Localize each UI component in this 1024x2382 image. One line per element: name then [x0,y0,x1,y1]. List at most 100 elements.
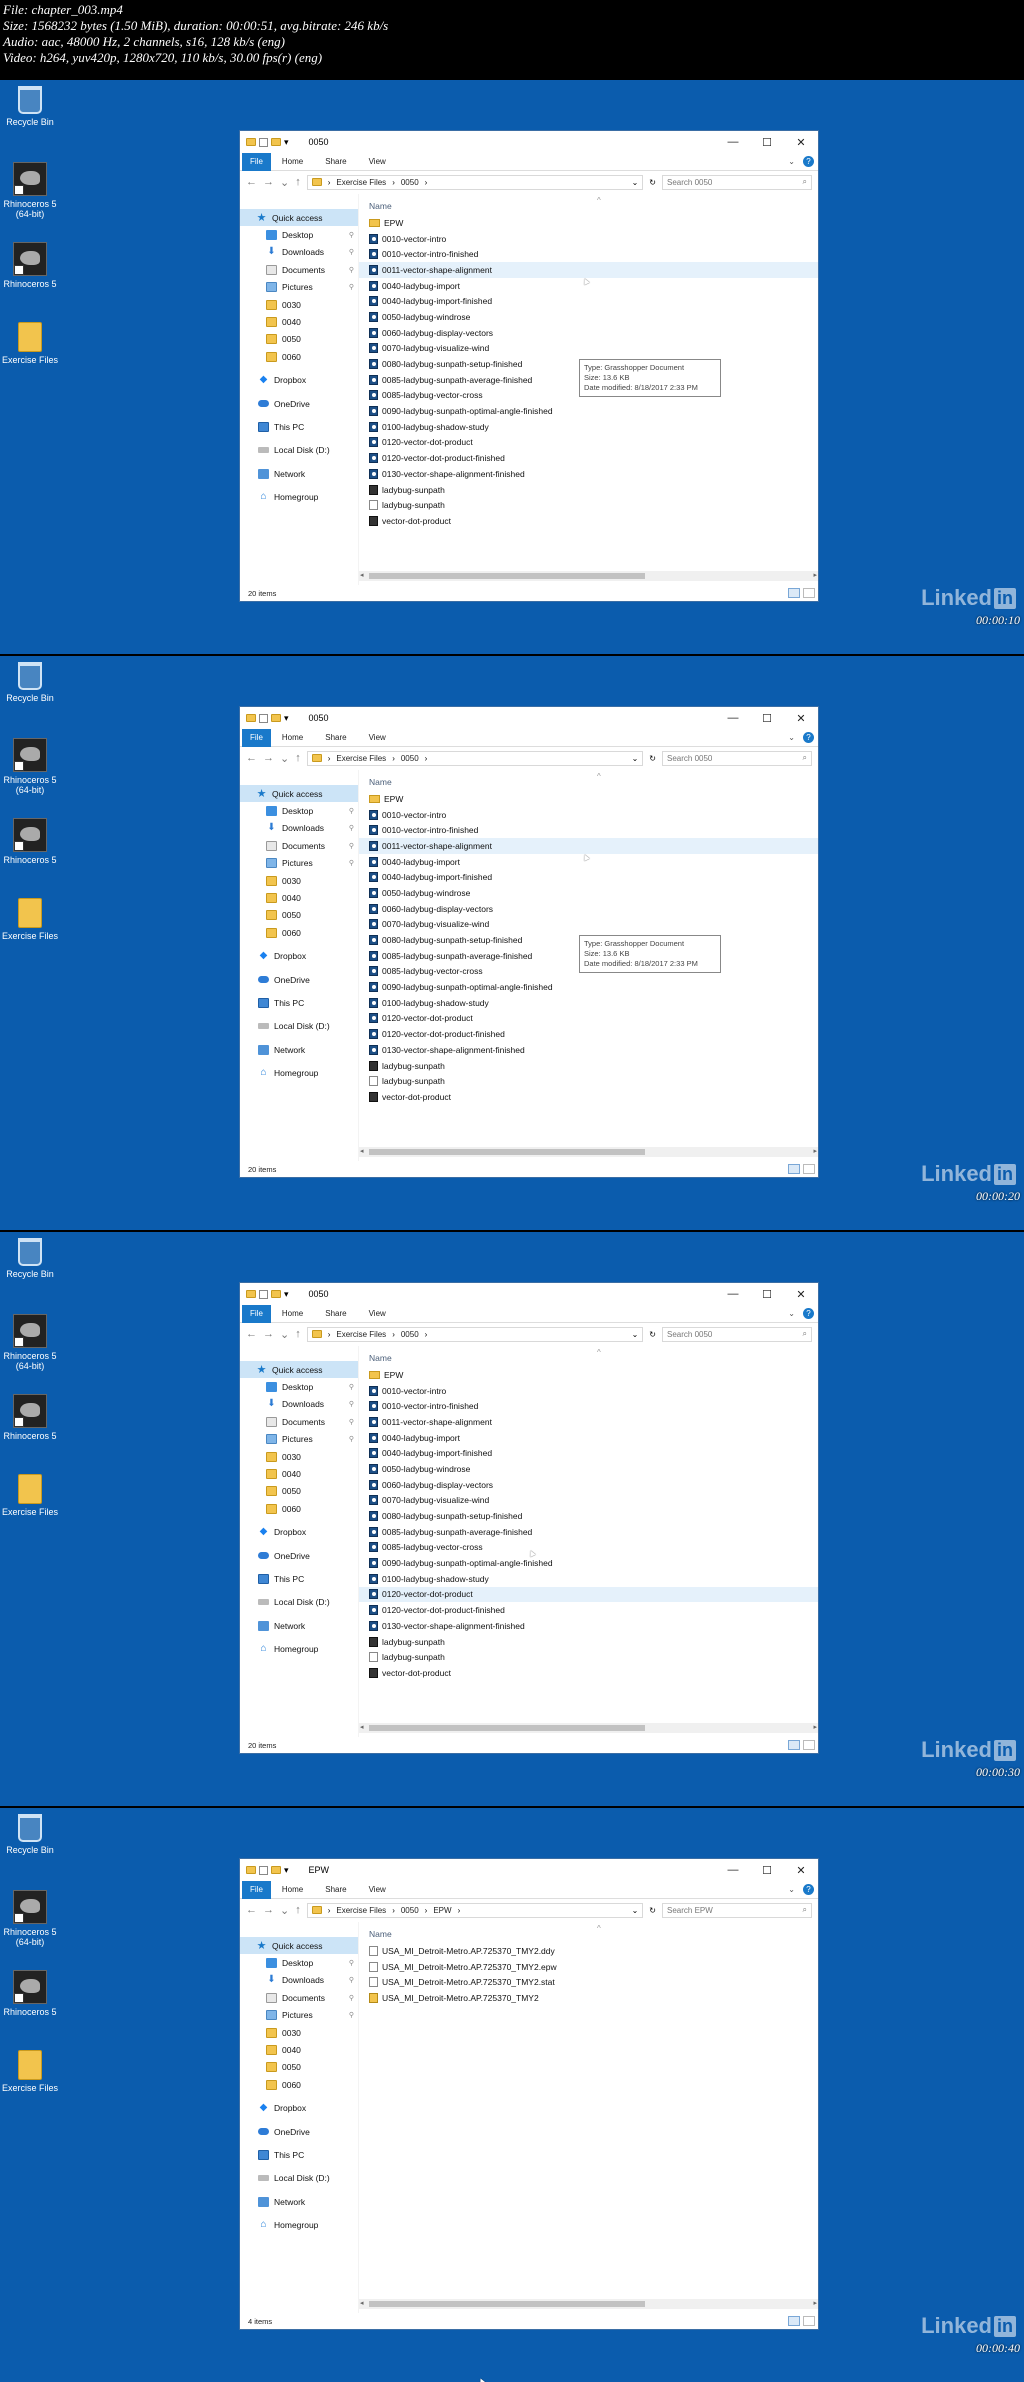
tab-view[interactable]: View [358,733,397,742]
forward-arrow-icon[interactable]: → [263,176,274,188]
file-item[interactable]: ladybug-sunpath [359,1058,818,1074]
up-arrow-icon[interactable]: ↑ [295,1328,301,1340]
file-item[interactable]: 0040-ladybug-import [359,1430,818,1446]
file-item[interactable]: 0085-ladybug-vector-cross [359,1540,818,1556]
pin-icon[interactable]: ⚲ [349,1418,354,1426]
scroll-left-icon[interactable]: ◂ [360,571,364,579]
nav-item[interactable]: Documents ⚲ [240,837,358,854]
details-view-icon[interactable] [788,1164,800,1174]
file-item[interactable]: ladybug-sunpath [359,497,818,513]
navigation-pane[interactable]: ★ Quick access Desktop ⚲ ⬇ Downloads ⚲ Document… [240,194,358,585]
desktop-icon[interactable]: Exercise Files [2,322,58,365]
nav-item[interactable]: Desktop ⚲ [240,802,358,819]
scrollbar-thumb[interactable] [369,573,645,579]
address-bar[interactable]: › Exercise Files › 0050 › ⌄ [306,174,644,190]
file-item[interactable]: 0050-ladybug-windrose [359,1461,818,1477]
nav-item[interactable]: Pictures ⚲ [240,2007,358,2024]
nav-item[interactable]: Desktop ⚲ [240,226,358,243]
pin-icon[interactable]: ⚲ [349,1976,354,1984]
minimize-button[interactable]: — [716,712,750,725]
window-controls[interactable]: — ☐ ✕ [716,1288,818,1301]
close-button[interactable]: ✕ [784,1864,818,1877]
nav-item[interactable]: 0040 [240,1465,358,1482]
desktop-icon[interactable]: Recycle Bin [2,662,58,703]
nav-item[interactable]: Local Disk (D:) [240,442,358,459]
details-view-icon[interactable] [788,2316,800,2326]
chevron-down-icon[interactable]: ⌄ [632,1906,639,1915]
chevron-down-icon[interactable]: ▾ [284,713,289,724]
nav-item[interactable]: OneDrive [240,395,358,412]
nav-item[interactable]: Network [240,2193,358,2210]
file-item[interactable]: 0130-vector-shape-alignment-finished [359,466,818,482]
file-item[interactable]: 0010-vector-intro [359,231,818,247]
nav-item[interactable]: 0060 [240,1500,358,1517]
tab-file[interactable]: File [242,1304,271,1323]
back-arrow-icon[interactable]: ← [246,176,257,188]
tab-file[interactable]: File [242,152,271,171]
nav-item[interactable]: ★ Quick access [240,209,358,227]
file-item[interactable]: ladybug-sunpath [359,1649,818,1665]
file-item[interactable]: 0090-ladybug-sunpath-optimal-angle-finis… [359,1555,818,1571]
file-item[interactable]: 0050-ladybug-windrose [359,309,818,325]
pin-icon[interactable]: ⚲ [349,859,354,867]
help-icon[interactable]: ? [803,156,814,167]
breadcrumb-item[interactable]: 0050 [401,1906,419,1915]
refresh-icon[interactable]: ↻ [649,1330,656,1339]
file-item[interactable]: 0120-vector-dot-product [359,1586,818,1603]
recent-locations-icon[interactable]: ⌄ [280,752,289,765]
new-folder-icon[interactable] [271,1866,281,1874]
nav-item[interactable]: OneDrive [240,971,358,988]
nav-item[interactable]: ★ Quick access [240,785,358,803]
column-header-name[interactable]: Name [359,1346,818,1363]
window-controls[interactable]: — ☐ ✕ [716,712,818,725]
file-item[interactable]: 0080-ladybug-sunpath-setup-finished [359,1508,818,1524]
desktop-icon[interactable]: Rhinoceros 5 (64-bit) [2,1314,58,1371]
file-item[interactable]: 0120-vector-dot-product [359,1011,818,1027]
tab-file[interactable]: File [242,1880,271,1899]
file-list-pane[interactable]: ^ Name EPW 0010-vector-intro 0010-vector-int… [358,194,818,585]
nav-item[interactable]: Network [240,1617,358,1634]
file-item[interactable]: vector-dot-product [359,513,818,529]
desktop-icon[interactable]: Recycle Bin [2,1814,58,1855]
nav-item[interactable]: ◆ Dropbox [240,1524,358,1541]
back-arrow-icon[interactable]: ← [246,752,257,764]
help-icon[interactable]: ? [803,732,814,743]
file-item[interactable]: ladybug-sunpath [359,1634,818,1650]
file-list-pane[interactable]: ^ Name EPW 0010-vector-intro 0010-vector-int… [358,770,818,1161]
nav-item[interactable]: ⬇ Downloads ⚲ [240,1396,358,1413]
large-icons-view-icon[interactable] [803,2316,815,2326]
nav-item[interactable]: Local Disk (D:) [240,2170,358,2187]
nav-item[interactable]: 0040 [240,313,358,330]
refresh-icon[interactable]: ↻ [649,1906,656,1915]
nav-item[interactable]: This PC [240,1570,358,1587]
forward-arrow-icon[interactable]: → [263,752,274,764]
forward-arrow-icon[interactable]: → [263,1904,274,1916]
window-controls[interactable]: — ☐ ✕ [716,1864,818,1877]
up-arrow-icon[interactable]: ↑ [295,1904,301,1916]
pin-icon[interactable]: ⚲ [349,1383,354,1391]
nav-item[interactable]: ⌂ Homegroup [240,1064,358,1081]
details-view-icon[interactable] [788,1740,800,1750]
chevron-down-icon[interactable]: ▾ [284,1289,289,1300]
refresh-icon[interactable]: ↻ [649,754,656,763]
quick-access-toolbar[interactable]: ▾ [246,1865,301,1876]
tab-home[interactable]: Home [271,157,314,166]
nav-item[interactable]: ◆ Dropbox [240,948,358,965]
file-item[interactable]: 0100-ladybug-shadow-study [359,419,818,435]
nav-item[interactable]: ⌂ Homegroup [240,2216,358,2233]
nav-item[interactable]: Network [240,465,358,482]
scroll-left-icon[interactable]: ◂ [360,2299,364,2307]
new-folder-icon[interactable] [271,138,281,146]
file-item[interactable]: 0090-ladybug-sunpath-optimal-angle-finis… [359,403,818,419]
tab-home[interactable]: Home [271,1885,314,1894]
navigation-pane[interactable]: ★ Quick access Desktop ⚲ ⬇ Downloads ⚲ Document… [240,1922,358,2313]
breadcrumb-item[interactable]: Exercise Files [336,1330,386,1339]
file-item[interactable]: 0070-ladybug-visualize-wind [359,917,818,933]
help-icon[interactable]: ? [803,1308,814,1319]
chevron-down-icon[interactable]: ▾ [284,1865,289,1876]
nav-item[interactable]: Documents ⚲ [240,1989,358,2006]
nav-item[interactable]: 0040 [240,889,358,906]
file-item[interactable]: 0085-ladybug-sunpath-average-finished [359,1524,818,1540]
recent-locations-icon[interactable]: ⌄ [280,1904,289,1917]
nav-item[interactable]: ◆ Dropbox [240,2100,358,2117]
